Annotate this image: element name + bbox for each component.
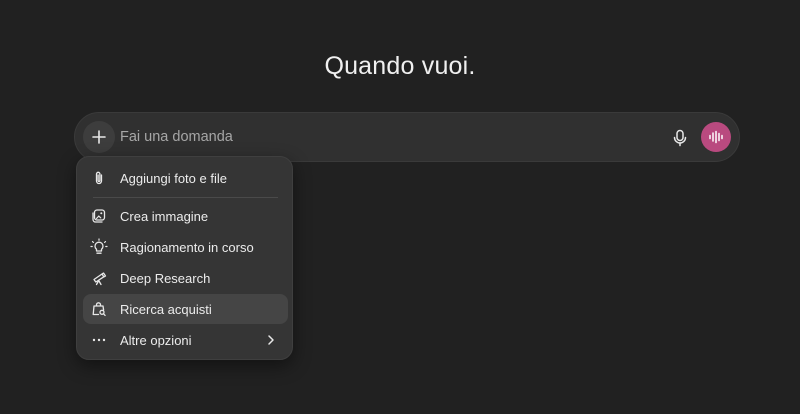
chevron-right-icon xyxy=(264,333,278,347)
menu-item-reasoning[interactable]: Ragionamento in corso xyxy=(83,232,288,262)
plus-icon xyxy=(91,129,107,145)
menu-item-label: Altre opzioni xyxy=(120,332,192,348)
composer-bar xyxy=(74,112,740,162)
menu-item-label: Ragionamento in corso xyxy=(120,239,254,255)
image-create-icon xyxy=(90,207,108,225)
shopping-search-icon xyxy=(90,300,108,318)
menu-item-label: Deep Research xyxy=(120,270,211,286)
menu-item-label: Aggiungi foto e file xyxy=(120,170,227,186)
menu-item-more-options[interactable]: Altre opzioni xyxy=(83,325,288,355)
menu-item-label: Ricerca acquisti xyxy=(120,301,212,317)
voice-waveform-icon xyxy=(708,130,724,144)
page: Quando vuoi. Fai una domanda Aggiungi fo… xyxy=(0,0,800,414)
voice-mode-button[interactable] xyxy=(701,122,731,152)
page-heading: Quando vuoi. xyxy=(324,52,476,80)
paperclip-icon xyxy=(90,169,108,187)
prompt-input[interactable] xyxy=(120,125,620,149)
menu-item-shopping-research[interactable]: Ricerca acquisti xyxy=(83,294,288,324)
attachment-menu: Aggiungi foto e file Crea immagine Ragio… xyxy=(76,156,293,360)
menu-item-label: Crea immagine xyxy=(120,208,209,224)
more-dots-icon xyxy=(90,331,108,349)
lightbulb-icon xyxy=(90,238,108,256)
menu-item-attach[interactable]: Aggiungi foto e file xyxy=(83,163,288,193)
microphone-button[interactable] xyxy=(667,125,693,151)
menu-divider xyxy=(93,197,278,198)
menu-item-deep-research[interactable]: Deep Research xyxy=(83,263,288,293)
microphone-icon xyxy=(672,129,688,147)
add-button[interactable] xyxy=(83,121,115,153)
telescope-icon xyxy=(90,269,108,287)
menu-item-create-image[interactable]: Crea immagine xyxy=(83,201,288,231)
